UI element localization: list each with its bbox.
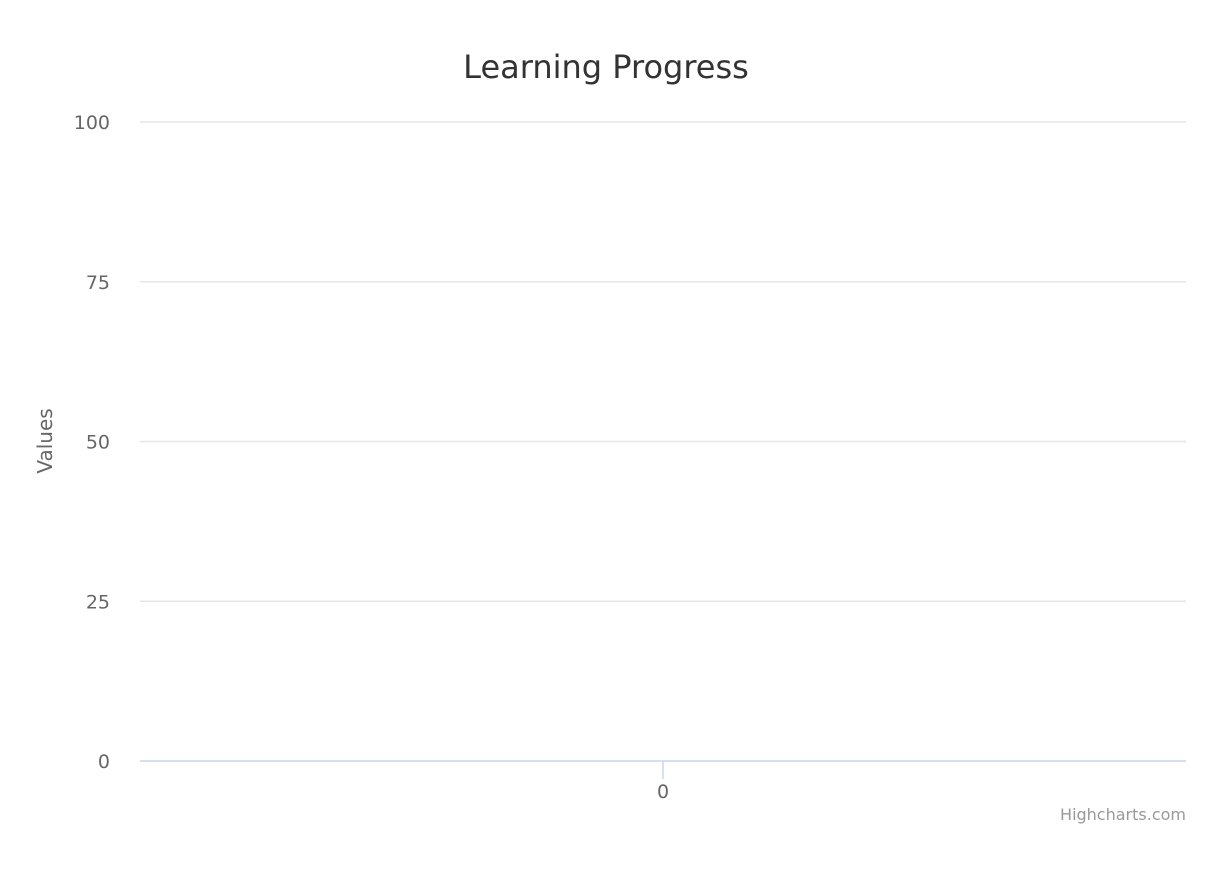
credits-link[interactable]: Highcharts.com [1060,805,1186,824]
y-tick-label-50: 50 [86,432,110,454]
y-tick-label-0: 0 [98,751,110,773]
chart-svg: 0 25 50 75 100 0 Learning Progress Values Hi… [0,0,1226,870]
chart-container: 0 25 50 75 100 0 Learning Progress Values Hi… [0,0,1226,870]
x-tick-label-0: 0 [657,781,669,803]
y-tick-label-100: 100 [74,112,110,134]
y-tick-label-75: 75 [86,272,110,294]
y-axis-title: Values [33,408,57,473]
chart-background [0,0,1226,870]
y-tick-label-25: 25 [86,591,110,613]
chart-title: Learning Progress [463,48,749,86]
